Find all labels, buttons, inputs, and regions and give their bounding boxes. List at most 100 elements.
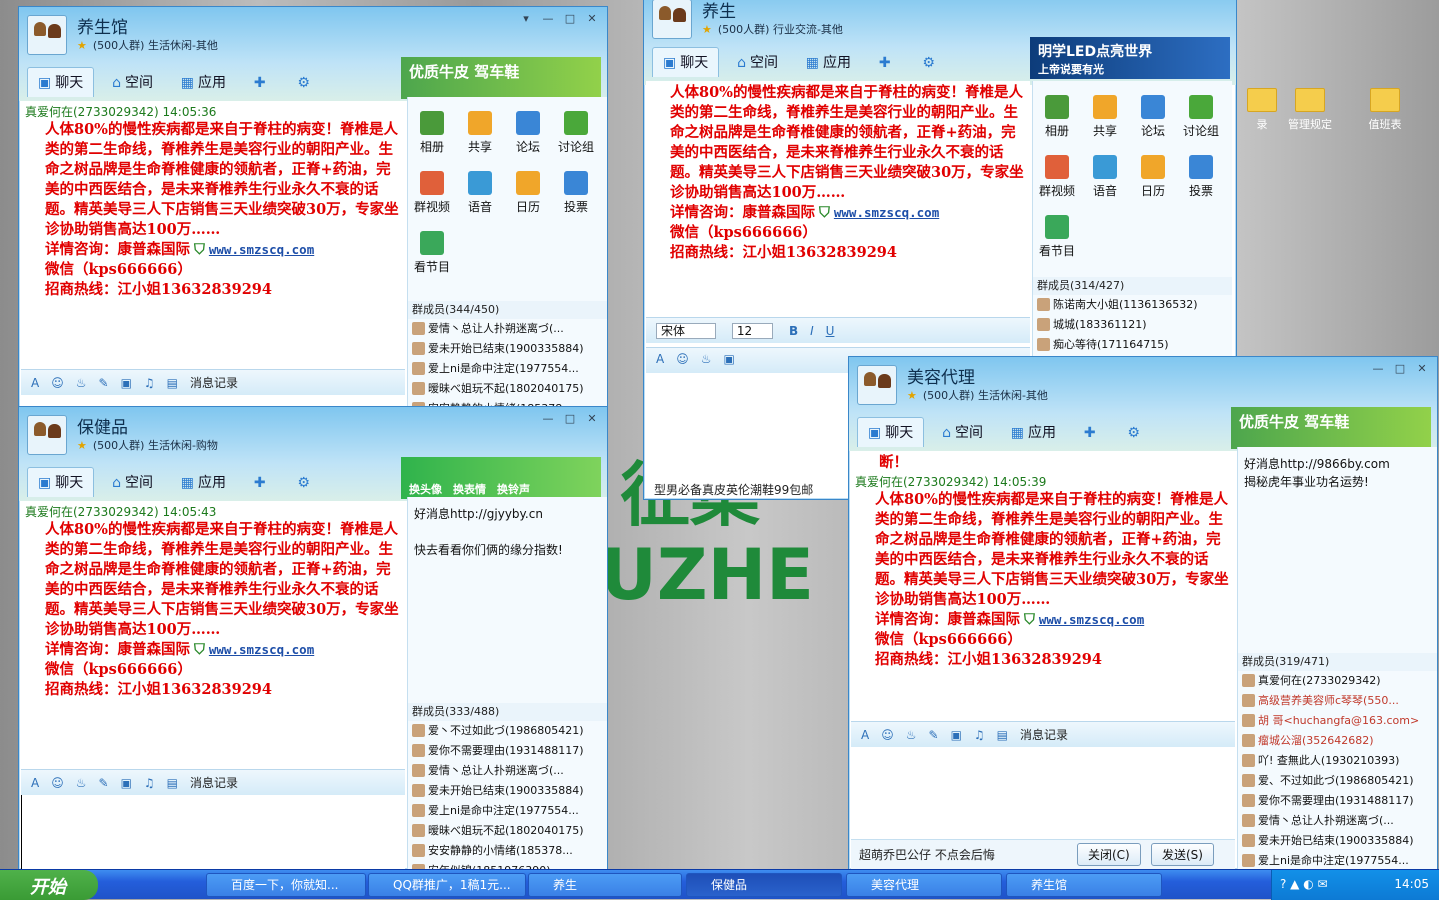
- send-button[interactable]: 发送(S): [1151, 843, 1214, 866]
- list-item[interactable]: 爱、不过如此づ(1986805421): [1238, 771, 1437, 791]
- message-log-button[interactable]: 消息记录: [190, 776, 238, 790]
- tab-space[interactable]: ⌂ 空间: [102, 68, 163, 98]
- list-item[interactable]: 爱情丶总让人扑朔迷离づ(...: [408, 319, 607, 339]
- tab-space[interactable]: ⌂ 空间: [727, 48, 788, 78]
- close-window-button[interactable]: 关闭(C): [1077, 843, 1141, 866]
- message-log-button[interactable]: 消息记录: [1020, 728, 1068, 742]
- app-calendar[interactable]: 日历: [1129, 149, 1177, 209]
- taskbar-item[interactable]: QQ群推广，1稿1元...: [368, 873, 526, 897]
- tab-apps[interactable]: ▦ 应用: [796, 48, 861, 78]
- font-icon[interactable]: A: [656, 352, 664, 366]
- app-discussion[interactable]: 讨论组: [1177, 89, 1225, 149]
- maximize-button[interactable]: □: [1389, 361, 1411, 377]
- list-item[interactable]: 爱上ni是命中注定(1977554...: [1238, 851, 1437, 869]
- screenshot-icon[interactable]: ▤: [167, 376, 178, 390]
- close-button[interactable]: ✕: [581, 11, 603, 27]
- music-icon[interactable]: ♫: [974, 728, 985, 742]
- list-item[interactable]: 爱你不需要理由(1931488117): [408, 741, 607, 761]
- list-item[interactable]: 高级营养美容师c琴琴(550...: [1238, 691, 1437, 711]
- tray-icons[interactable]: ? ▲ ◐ ✉: [1280, 877, 1328, 891]
- list-item[interactable]: 安安静静的小情绪(185378...: [408, 841, 607, 861]
- image-icon[interactable]: ▣: [724, 352, 735, 366]
- shake-icon[interactable]: ♨: [76, 776, 87, 790]
- qq-group-window[interactable]: 保健品 ★ (500人群) 生活休闲-购物 — □ ✕ ▣ 聊天 ⌂ 空间 ▦ 应用 ✚ ⚙…: [18, 406, 608, 870]
- maximize-button[interactable]: □: [559, 11, 581, 27]
- screenshot-icon[interactable]: ▤: [997, 728, 1008, 742]
- app-video[interactable]: 群视频: [1033, 149, 1081, 209]
- app-video[interactable]: 群视频: [408, 165, 456, 225]
- start-button[interactable]: 开始: [0, 870, 98, 900]
- settings-button[interactable]: ⚙: [287, 68, 324, 98]
- add-member-button[interactable]: ✚: [244, 468, 280, 498]
- italic-button[interactable]: I: [810, 324, 814, 338]
- member-list[interactable]: 陈诺南大小姐(1136136532) 城城(183361121) 痴心等待(17…: [1033, 295, 1232, 365]
- message-link[interactable]: www.smzscq.com: [209, 642, 314, 657]
- edit-icon[interactable]: ✎: [99, 776, 109, 790]
- settings-button[interactable]: ⚙: [1117, 418, 1154, 448]
- taskbar-item[interactable]: 养生: [528, 873, 682, 897]
- font-select[interactable]: 宋体: [656, 323, 717, 339]
- bold-button[interactable]: B: [789, 324, 798, 338]
- app-voice[interactable]: 语音: [456, 165, 504, 225]
- list-item[interactable]: 吖! 查無此人(1930210393): [1238, 751, 1437, 771]
- taskbar-item[interactable]: 百度一下，你就知...: [206, 873, 366, 897]
- app-share[interactable]: 共享: [456, 105, 504, 165]
- list-item[interactable]: 暧昧べ姐玩不起(1802040175): [408, 379, 607, 399]
- list-item[interactable]: 城城(183361121): [1033, 315, 1232, 335]
- edit-icon[interactable]: ✎: [929, 728, 939, 742]
- list-item[interactable]: 爱你不需要理由(1931488117): [1238, 791, 1437, 811]
- list-item[interactable]: 爱上ni是命中注定(1977554...: [408, 359, 607, 379]
- taskbar-item[interactable]: 保健品: [686, 873, 842, 897]
- message-link[interactable]: www.smzscq.com: [209, 242, 314, 257]
- maximize-button[interactable]: □: [559, 411, 581, 427]
- taskbar-item[interactable]: 美容代理: [846, 873, 1002, 897]
- close-button[interactable]: ✕: [581, 411, 603, 427]
- font-icon[interactable]: A: [31, 776, 39, 790]
- chat-history[interactable]: 真爱何在(2733029342) 14:05:36 人体80%的慢性疾病都是来自…: [21, 101, 405, 365]
- bottom-ad[interactable]: 型男必备真皮英伦潮鞋99包邮: [654, 481, 813, 498]
- font-icon[interactable]: A: [31, 376, 39, 390]
- app-album[interactable]: 相册: [408, 105, 456, 165]
- clock[interactable]: 14:05: [1394, 877, 1429, 891]
- list-item[interactable]: 爱未开始已结束(1900335884): [408, 339, 607, 359]
- list-item[interactable]: 痴心等待(171164715): [1033, 335, 1232, 355]
- app-share[interactable]: 共享: [1081, 89, 1129, 149]
- message-input[interactable]: [851, 749, 1235, 835]
- list-item[interactable]: 真爱何在(2733029342): [1238, 671, 1437, 691]
- list-item[interactable]: 胡 哥<huchangfa@163.com>: [1238, 711, 1437, 731]
- tab-apps[interactable]: ▦ 应用: [1001, 418, 1066, 448]
- tab-space[interactable]: ⌂ 空间: [102, 468, 163, 498]
- app-forum[interactable]: 论坛: [1129, 89, 1177, 149]
- tab-chat[interactable]: ▣ 聊天: [857, 417, 925, 447]
- app-vote[interactable]: 投票: [1177, 149, 1225, 209]
- image-icon[interactable]: ▣: [121, 376, 132, 390]
- qq-group-window[interactable]: 养生馆 ★ (500人群) 生活休闲-其他 ▾ — □ ✕ ▣ 聊天 ⌂ 空间 ▦ 应用 ✚ …: [18, 6, 608, 410]
- add-member-button[interactable]: ✚: [1074, 418, 1110, 448]
- message-link[interactable]: www.smzscq.com: [834, 205, 939, 220]
- add-member-button[interactable]: ✚: [869, 48, 905, 78]
- minimize-button[interactable]: —: [1367, 361, 1389, 377]
- list-item[interactable]: 暧昧べ姐玩不起(1802040175): [408, 821, 607, 841]
- tab-chat[interactable]: ▣ 聊天: [652, 47, 720, 77]
- app-calendar[interactable]: 日历: [504, 165, 552, 225]
- screenshot-icon[interactable]: ▤: [167, 776, 178, 790]
- shake-icon[interactable]: ♨: [76, 376, 87, 390]
- list-item[interactable]: 爱上ni是命中注定(1977554...: [408, 801, 607, 821]
- chat-history[interactable]: 人体80%的慢性疾病都是来自于脊柱的病变！脊椎是人类的第二生命线，脊椎养生是美容…: [646, 81, 1030, 313]
- menu-button[interactable]: ▾: [515, 11, 537, 27]
- tab-space[interactable]: ⌂ 空间: [932, 418, 993, 448]
- message-link[interactable]: www.smzscq.com: [1039, 612, 1144, 627]
- ad-banner[interactable]: 换头像 换表情 换铃声: [401, 457, 601, 499]
- desktop-folder[interactable]: 管理规定: [1280, 88, 1340, 132]
- settings-button[interactable]: ⚙: [287, 468, 324, 498]
- image-icon[interactable]: ▣: [951, 728, 962, 742]
- edit-icon[interactable]: ✎: [99, 376, 109, 390]
- member-list[interactable]: 爱丶不过如此づ(1986805421) 爱你不需要理由(1931488117) …: [408, 721, 607, 869]
- chat-history[interactable]: 断！ 真爱何在(2733029342) 14:05:39 人体80%的慢性疾病都…: [851, 451, 1235, 721]
- bottom-ad[interactable]: 超萌乔巴公仔 不点会后悔: [859, 848, 995, 862]
- list-item[interactable]: 爱丶不过如此づ(1986805421): [408, 721, 607, 741]
- app-show[interactable]: 看节目: [1033, 209, 1081, 269]
- app-album[interactable]: 相册: [1033, 89, 1081, 149]
- emoji-icon[interactable]: ☺: [51, 776, 64, 790]
- list-item[interactable]: 爱情丶总让人扑朔迷离づ(...: [408, 761, 607, 781]
